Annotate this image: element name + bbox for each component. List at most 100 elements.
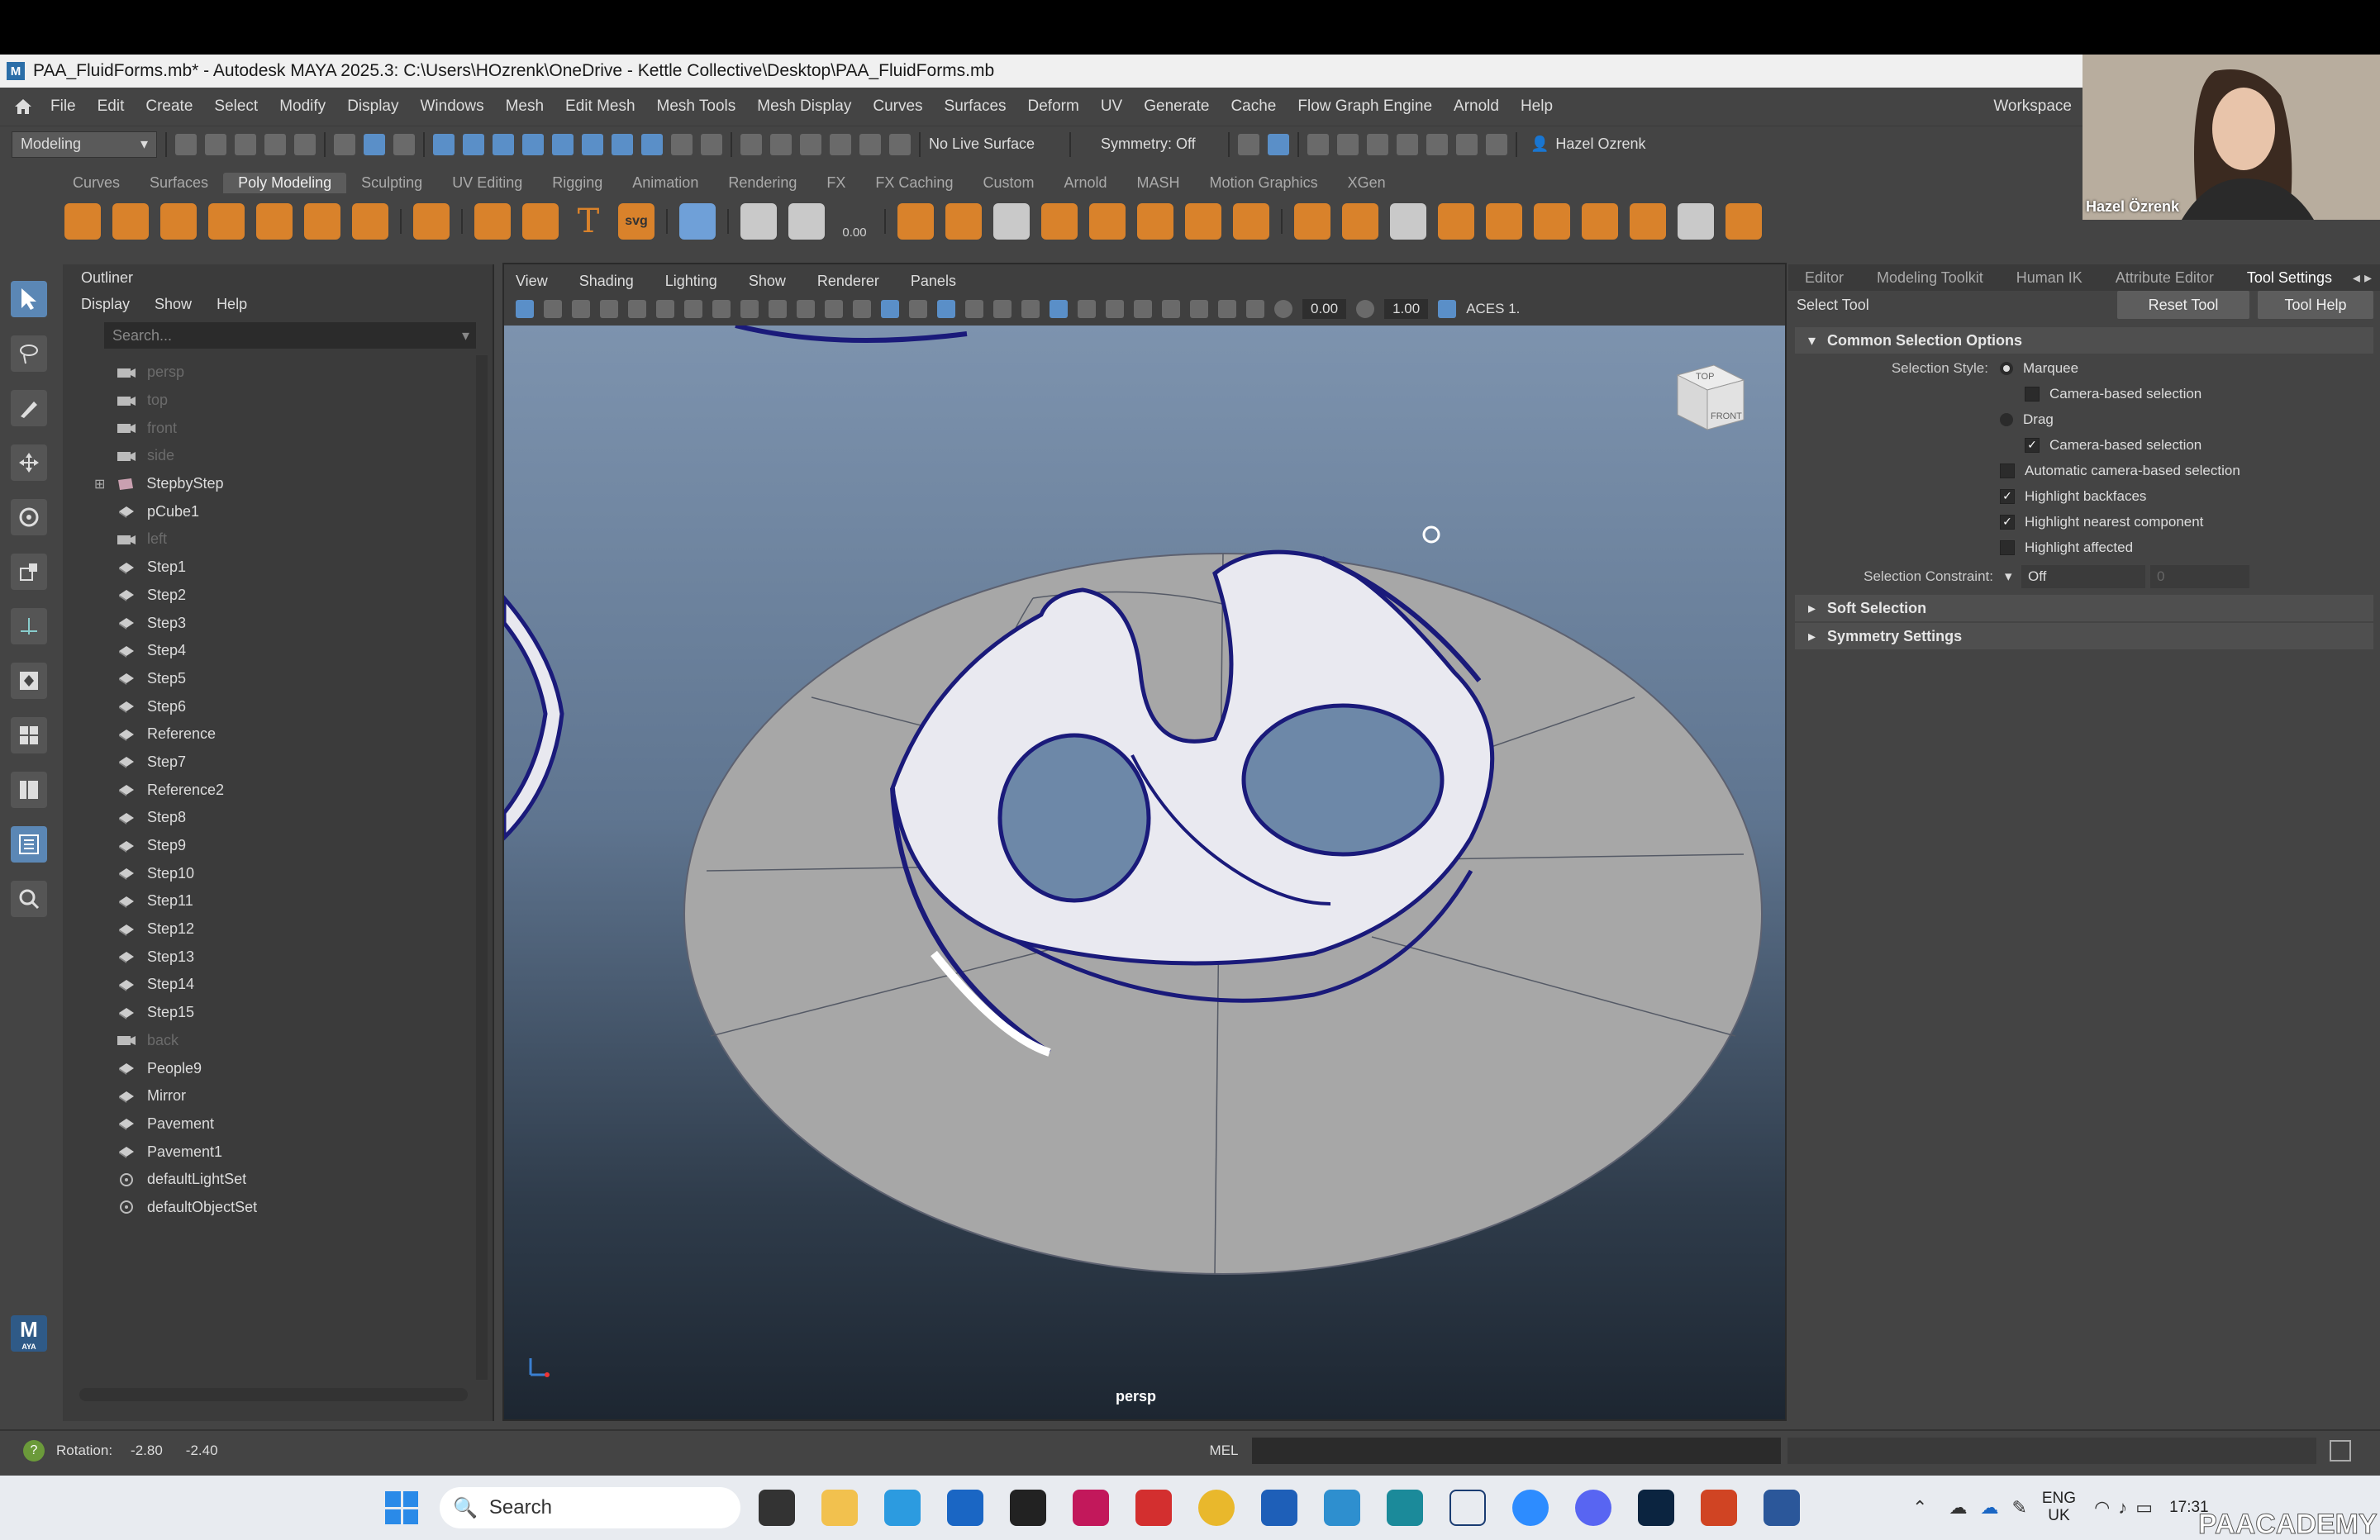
- new-scene-icon[interactable]: [175, 133, 197, 155]
- outliner-item[interactable]: Step14: [116, 971, 493, 999]
- shelf-tab-fx-caching[interactable]: FX Caching: [860, 173, 968, 193]
- photoshop-icon[interactable]: [1638, 1490, 1674, 1526]
- inkscape-icon[interactable]: [1010, 1490, 1046, 1526]
- menu-generate[interactable]: Generate: [1133, 97, 1220, 116]
- poly-cube-icon[interactable]: [112, 203, 149, 240]
- manipulator-tool-icon[interactable]: [11, 608, 47, 644]
- home-icon[interactable]: [7, 97, 40, 116]
- outliner-item[interactable]: Step13: [116, 943, 493, 971]
- snap-view-plane-icon[interactable]: [859, 133, 881, 155]
- extract-icon[interactable]: [993, 203, 1030, 240]
- single-perspective-layout-icon[interactable]: [11, 663, 47, 699]
- outliner-item[interactable]: Reference2: [116, 776, 493, 804]
- grid-icon[interactable]: [679, 203, 716, 240]
- menu-select[interactable]: Select: [203, 97, 269, 116]
- select-by-rendering-icon[interactable]: [612, 133, 633, 155]
- rotate-tool-icon[interactable]: [11, 499, 47, 535]
- menu-uv[interactable]: UV: [1090, 97, 1133, 116]
- maya-taskbar-icon[interactable]: [1324, 1490, 1360, 1526]
- outliner-item[interactable]: top: [116, 387, 493, 415]
- powerpoint-icon[interactable]: [1701, 1490, 1737, 1526]
- poly-plane-icon[interactable]: [304, 203, 340, 240]
- outliner-horizontal-scrollbar[interactable]: [79, 1388, 468, 1401]
- acrobat-icon[interactable]: [1135, 1490, 1172, 1526]
- highlight-nearest-checkbox[interactable]: ✓: [2000, 514, 2015, 530]
- snap-projected-center-icon[interactable]: [830, 133, 851, 155]
- extrude-icon[interactable]: [1294, 203, 1330, 240]
- expand-icon[interactable]: ⊞: [94, 476, 105, 492]
- outliner-layout-icon[interactable]: [11, 826, 47, 863]
- shelf-tab-motion-graphics[interactable]: Motion Graphics: [1195, 173, 1333, 193]
- outliner-item[interactable]: Reference: [116, 720, 493, 749]
- combine-icon[interactable]: [897, 203, 934, 240]
- arnold-render-view-icon[interactable]: [1456, 133, 1478, 155]
- indesign-icon[interactable]: [1073, 1490, 1109, 1526]
- redo-icon[interactable]: [294, 133, 316, 155]
- help-icon[interactable]: ?: [23, 1440, 45, 1462]
- lock-selection-icon[interactable]: [671, 133, 693, 155]
- file-explorer-icon[interactable]: [821, 1490, 858, 1526]
- wifi-icon[interactable]: ◠: [2094, 1497, 2110, 1519]
- measure-tool-icon[interactable]: [740, 203, 777, 240]
- undo-icon[interactable]: [264, 133, 286, 155]
- render-view-icon[interactable]: [1307, 133, 1329, 155]
- poly-cylinder-icon[interactable]: [160, 203, 197, 240]
- reset-tool-button[interactable]: Reset Tool: [2117, 291, 2249, 319]
- separate-icon[interactable]: [945, 203, 982, 240]
- menu-windows[interactable]: Windows: [410, 97, 495, 116]
- move-tool-icon[interactable]: [11, 444, 47, 481]
- outliner-item[interactable]: Step4: [116, 637, 493, 665]
- outliner-item[interactable]: People9: [116, 1054, 493, 1082]
- menu-curves[interactable]: Curves: [862, 97, 933, 116]
- outliner-scrollbar[interactable]: [476, 355, 488, 1380]
- multi-cut-icon[interactable]: [1534, 203, 1570, 240]
- outliner-item[interactable]: defaultLightSet: [116, 1166, 493, 1194]
- marquee-radio[interactable]: [2000, 361, 2013, 375]
- camera-based-selection-checkbox-1[interactable]: [2025, 386, 2040, 402]
- outliner-item[interactable]: side: [116, 442, 493, 470]
- outliner-item[interactable]: Step2: [116, 582, 493, 610]
- outliner-item[interactable]: Pavement1: [116, 1138, 493, 1166]
- zoom-icon[interactable]: [1512, 1490, 1549, 1526]
- boolean-icon[interactable]: [1041, 203, 1078, 240]
- poly-cone-icon[interactable]: [208, 203, 245, 240]
- outliner-item[interactable]: Step1: [116, 554, 493, 582]
- user-account-button[interactable]: 👤 Hazel Ozrenk: [1526, 135, 1645, 153]
- outliner-item[interactable]: Step3: [116, 609, 493, 637]
- save-scene-icon[interactable]: [235, 133, 256, 155]
- menu-file[interactable]: File: [40, 97, 87, 116]
- windows-start-icon[interactable]: [385, 1491, 418, 1524]
- menu-cache[interactable]: Cache: [1220, 97, 1287, 116]
- camera-based-selection-icon[interactable]: [1268, 133, 1289, 155]
- outliner-item[interactable]: left: [116, 525, 493, 554]
- quad-draw-icon[interactable]: [1678, 203, 1714, 240]
- command-line-input[interactable]: [1251, 1438, 1781, 1464]
- workspace-label[interactable]: Workspace: [1983, 97, 2082, 116]
- select-by-dynamic-icon[interactable]: [582, 133, 603, 155]
- lasso-tool-icon[interactable]: [11, 335, 47, 372]
- menu-edit-mesh[interactable]: Edit Mesh: [555, 97, 645, 116]
- bevel-icon[interactable]: [1390, 203, 1426, 240]
- outliner-item[interactable]: Step6: [116, 692, 493, 720]
- maya-home-logo-icon[interactable]: M AYA: [11, 1315, 47, 1352]
- make-live-icon[interactable]: [889, 133, 911, 155]
- search-icon[interactable]: [11, 881, 47, 917]
- select-hierarchy-icon[interactable]: [334, 133, 355, 155]
- reduce-icon[interactable]: [1137, 203, 1173, 240]
- language-indicator[interactable]: ENG UK: [2042, 1490, 2076, 1525]
- outliner-item[interactable]: Step10: [116, 859, 493, 887]
- super-shape-icon[interactable]: [474, 203, 511, 240]
- select-by-surface-icon[interactable]: [522, 133, 544, 155]
- outliner-item[interactable]: Step12: [116, 915, 493, 943]
- platonic-solid-icon[interactable]: [413, 203, 450, 240]
- tray-overflow-icon[interactable]: ⌃: [1912, 1497, 1927, 1519]
- render-settings-icon[interactable]: [1397, 133, 1418, 155]
- automatic-camera-selection-checkbox[interactable]: [2000, 463, 2015, 478]
- menu-flow-graph-engine[interactable]: Flow Graph Engine: [1287, 97, 1443, 116]
- outliner-item[interactable]: defaultObjectSet: [116, 1194, 493, 1222]
- poly-disc-icon[interactable]: [352, 203, 388, 240]
- mode-dropdown[interactable]: Modeling ▾: [12, 131, 157, 158]
- poly-sphere-icon[interactable]: [64, 203, 101, 240]
- cleanup-icon[interactable]: [1233, 203, 1269, 240]
- outliner-search-input[interactable]: Search... ▾: [104, 322, 476, 349]
